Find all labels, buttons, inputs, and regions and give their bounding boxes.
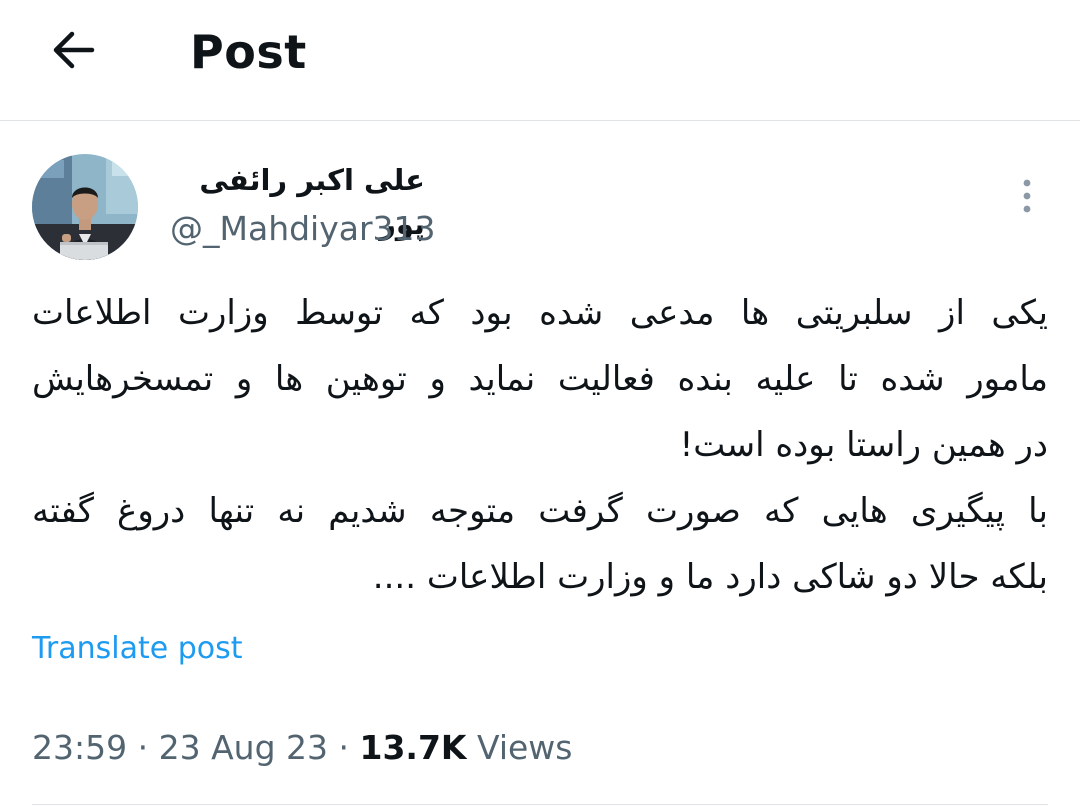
meta-separator: · bbox=[328, 728, 360, 767]
post-text-line: در همین راستا بوده است! bbox=[679, 425, 1048, 465]
post-time[interactable]: 23:59 bbox=[32, 728, 127, 767]
author-handle[interactable]: @_Mahdiyar313 bbox=[170, 208, 436, 250]
more-options-button[interactable] bbox=[1008, 175, 1046, 219]
post-text-line: با پیگیری هایی که صورت گرفت متوجه شدیم ن… bbox=[32, 491, 1048, 531]
arrow-left-icon bbox=[53, 31, 95, 69]
divider bbox=[32, 804, 1048, 805]
page-title: Post bbox=[190, 25, 307, 79]
post-text: یکی از سلبریتی ها مدعی شده بود که توسط و… bbox=[32, 280, 1048, 610]
post-text-line: یکی از سلبریتی ها مدعی شده بود که توسط و… bbox=[32, 293, 1048, 333]
back-button[interactable] bbox=[48, 24, 100, 76]
post-date[interactable]: 23 Aug 23 bbox=[159, 728, 328, 767]
post-text-line: بلکه حالا دو شاکی دارد ما و وزارت اطلاعا… bbox=[372, 557, 1048, 597]
user-avatar-icon bbox=[32, 154, 138, 260]
meta-separator: · bbox=[127, 728, 159, 767]
views-label[interactable]: Views bbox=[477, 728, 573, 767]
post-text-line: مامور شده تا علیه بنده فعالیت نماید و تو… bbox=[32, 359, 1048, 399]
top-bar: Post bbox=[0, 0, 1080, 121]
post-metadata: 23:59 · 23 Aug 23 · 13.7K Views bbox=[32, 724, 573, 772]
more-vertical-icon bbox=[1023, 179, 1031, 213]
avatar[interactable] bbox=[32, 154, 138, 260]
translate-post-link[interactable]: Translate post bbox=[32, 626, 243, 672]
views-count[interactable]: 13.7K bbox=[359, 728, 466, 767]
